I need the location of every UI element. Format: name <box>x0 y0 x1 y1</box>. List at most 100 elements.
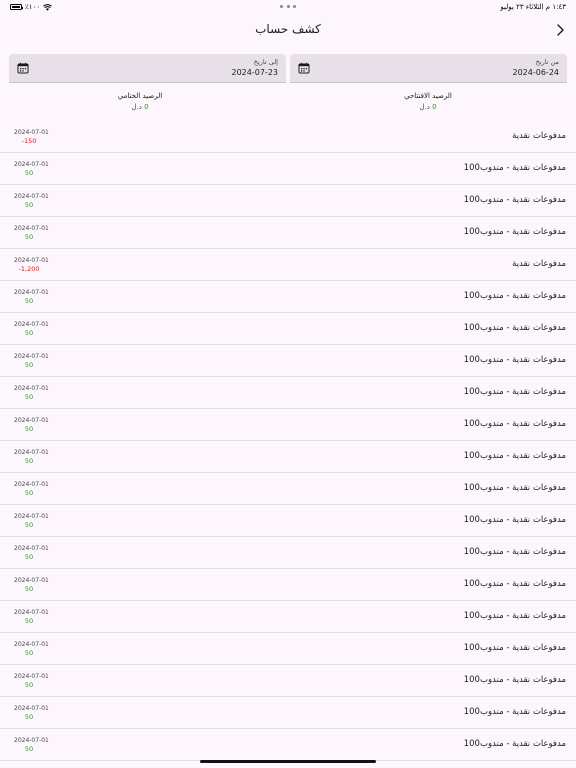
transaction-amount: 50 <box>24 393 34 401</box>
transaction-date: 2024-07-01 <box>14 129 49 136</box>
transaction-amount: 50 <box>24 553 34 561</box>
to-date-field[interactable]: إلى تاريخ 2024-07-23 <box>9 54 286 83</box>
transaction-date: 2024-07-01 <box>14 289 49 296</box>
transaction-amount: 50 <box>24 361 34 369</box>
status-indicators: ٪١٠٠ <box>10 3 52 11</box>
transaction-amount: -150 <box>21 137 37 145</box>
transaction-date: 2024-07-01 <box>14 417 49 424</box>
closing-balance: الرصيد الختامي 0 د.ل <box>80 92 200 111</box>
transaction-amount: 50 <box>24 617 34 625</box>
opening-balance: الرصيد الافتتاحي 0 د.ل <box>368 92 488 111</box>
transaction-row[interactable]: مدفوعات نقدية 2024-07-01 -150 <box>0 121 576 153</box>
transaction-row[interactable]: مدفوعات نقدية - مندوب100 2024-07-01 50 <box>0 537 576 569</box>
calendar-icon[interactable] <box>298 62 310 74</box>
from-date-label: من تاريخ <box>535 58 559 66</box>
transaction-amount: 50 <box>24 681 34 689</box>
transaction-amount: 50 <box>24 233 34 241</box>
battery-icon <box>10 4 23 10</box>
transaction-amount: 50 <box>24 649 34 657</box>
from-date-field[interactable]: من تاريخ 2024-06-24 <box>290 54 567 83</box>
transaction-row[interactable]: مدفوعات نقدية - مندوب100 2024-07-01 50 <box>0 569 576 601</box>
transaction-row[interactable]: مدفوعات نقدية - مندوب100 2024-07-01 50 <box>0 153 576 185</box>
transaction-description: مدفوعات نقدية - مندوب100 <box>463 323 566 333</box>
transaction-description: مدفوعات نقدية - مندوب100 <box>463 611 566 621</box>
transaction-date: 2024-07-01 <box>14 609 49 616</box>
transaction-description: مدفوعات نقدية - مندوب100 <box>463 515 566 525</box>
transaction-date: 2024-07-01 <box>14 737 49 744</box>
transaction-amount: 50 <box>24 585 34 593</box>
back-button[interactable] <box>552 22 568 38</box>
transaction-date: 2024-07-01 <box>14 705 49 712</box>
transaction-date: 2024-07-01 <box>14 513 49 520</box>
transaction-row[interactable]: مدفوعات نقدية - مندوب100 2024-07-01 50 <box>0 633 576 665</box>
transaction-description: مدفوعات نقدية - مندوب100 <box>463 451 566 461</box>
transaction-description: مدفوعات نقدية - مندوب100 <box>463 483 566 493</box>
transaction-description: مدفوعات نقدية - مندوب100 <box>463 643 566 653</box>
transaction-amount: 50 <box>24 425 34 433</box>
transaction-description: مدفوعات نقدية - مندوب100 <box>463 579 566 589</box>
transaction-row[interactable]: مدفوعات نقدية - مندوب100 2024-07-01 50 <box>0 409 576 441</box>
transaction-amount: 50 <box>24 169 34 177</box>
transaction-amount: 50 <box>24 745 34 753</box>
opening-balance-label: الرصيد الافتتاحي <box>404 92 452 100</box>
to-date-label: إلى تاريخ <box>253 58 278 66</box>
home-indicator[interactable] <box>200 760 376 763</box>
transaction-description: مدفوعات نقدية - مندوب100 <box>463 707 566 717</box>
transaction-row[interactable]: مدفوعات نقدية - مندوب100 2024-07-01 50 <box>0 697 576 729</box>
transaction-row[interactable]: مدفوعات نقدية - مندوب100 2024-07-01 50 <box>0 505 576 537</box>
transaction-date: 2024-07-01 <box>14 321 49 328</box>
transaction-date: 2024-07-01 <box>14 449 49 456</box>
transaction-amount: 50 <box>24 489 34 497</box>
transaction-row[interactable]: مدفوعات نقدية - مندوب100 2024-07-01 50 <box>0 729 576 761</box>
transaction-description: مدفوعات نقدية - مندوب100 <box>463 675 566 685</box>
transaction-date: 2024-07-01 <box>14 641 49 648</box>
transaction-row[interactable]: مدفوعات نقدية - مندوب100 2024-07-01 50 <box>0 313 576 345</box>
opening-balance-currency: د.ل <box>419 103 430 111</box>
transaction-row[interactable]: مدفوعات نقدية - مندوب100 2024-07-01 50 <box>0 601 576 633</box>
transaction-amount: 50 <box>24 329 34 337</box>
transaction-row[interactable]: مدفوعات نقدية - مندوب100 2024-07-01 50 <box>0 473 576 505</box>
transaction-description: مدفوعات نقدية <box>512 259 566 269</box>
transaction-date: 2024-07-01 <box>14 193 49 200</box>
to-date-value: 2024-07-23 <box>231 68 279 77</box>
transaction-amount: 50 <box>24 297 34 305</box>
transaction-description: مدفوعات نقدية - مندوب100 <box>463 547 566 557</box>
transaction-description: مدفوعات نقدية - مندوب100 <box>463 291 566 301</box>
transaction-row[interactable]: مدفوعات نقدية - مندوب100 2024-07-01 50 <box>0 377 576 409</box>
transaction-date: 2024-07-01 <box>14 545 49 552</box>
calendar-icon[interactable] <box>17 62 29 74</box>
status-time-date: ١:٤٣ م الثلاثاء ٢٣ يوليو <box>500 3 566 11</box>
transactions-list[interactable]: مدفوعات نقدية 2024-07-01 -150 مدفوعات نقدية… <box>0 121 576 761</box>
transaction-date: 2024-07-01 <box>14 161 49 168</box>
transaction-row[interactable]: مدفوعات نقدية - مندوب100 2024-07-01 50 <box>0 217 576 249</box>
closing-balance-currency: د.ل <box>131 103 142 111</box>
transaction-description: مدفوعات نقدية - مندوب100 <box>463 355 566 365</box>
transaction-date: 2024-07-01 <box>14 353 49 360</box>
transaction-row[interactable]: مدفوعات نقدية - مندوب100 2024-07-01 50 <box>0 185 576 217</box>
transaction-row[interactable]: مدفوعات نقدية - مندوب100 2024-07-01 50 <box>0 345 576 377</box>
transaction-description: مدفوعات نقدية - مندوب100 <box>463 163 566 173</box>
transaction-row[interactable]: مدفوعات نقدية - مندوب100 2024-07-01 50 <box>0 441 576 473</box>
battery-percentage: ٪١٠٠ <box>25 3 41 11</box>
page-title: كشف حساب <box>255 22 321 36</box>
transaction-description: مدفوعات نقدية <box>512 131 566 141</box>
transaction-date: 2024-07-01 <box>14 257 49 264</box>
opening-balance-value: 0 <box>432 103 437 111</box>
transaction-row[interactable]: مدفوعات نقدية - مندوب100 2024-07-01 50 <box>0 281 576 313</box>
closing-balance-label: الرصيد الختامي <box>117 92 163 100</box>
transaction-date: 2024-07-01 <box>14 481 49 488</box>
balances-summary: الرصيد الافتتاحي 0 د.ل الرصيد الختامي 0 … <box>0 92 576 120</box>
transaction-amount: 50 <box>24 457 34 465</box>
transaction-amount: 50 <box>24 521 34 529</box>
transaction-row[interactable]: مدفوعات نقدية - مندوب100 2024-07-01 50 <box>0 665 576 697</box>
status-bar: ٪١٠٠ ١:٤٣ م الثلاثاء ٢٣ يوليو <box>0 0 576 14</box>
closing-balance-value: 0 <box>144 103 149 111</box>
transaction-description: مدفوعات نقدية - مندوب100 <box>463 419 566 429</box>
multitasking-dots[interactable] <box>280 5 296 9</box>
transaction-date: 2024-07-01 <box>14 577 49 584</box>
transaction-date: 2024-07-01 <box>14 225 49 232</box>
transaction-amount: -1,200 <box>18 265 40 273</box>
transaction-row[interactable]: مدفوعات نقدية 2024-07-01 -1,200 <box>0 249 576 281</box>
transaction-description: مدفوعات نقدية - مندوب100 <box>463 387 566 397</box>
from-date-value: 2024-06-24 <box>512 68 560 77</box>
